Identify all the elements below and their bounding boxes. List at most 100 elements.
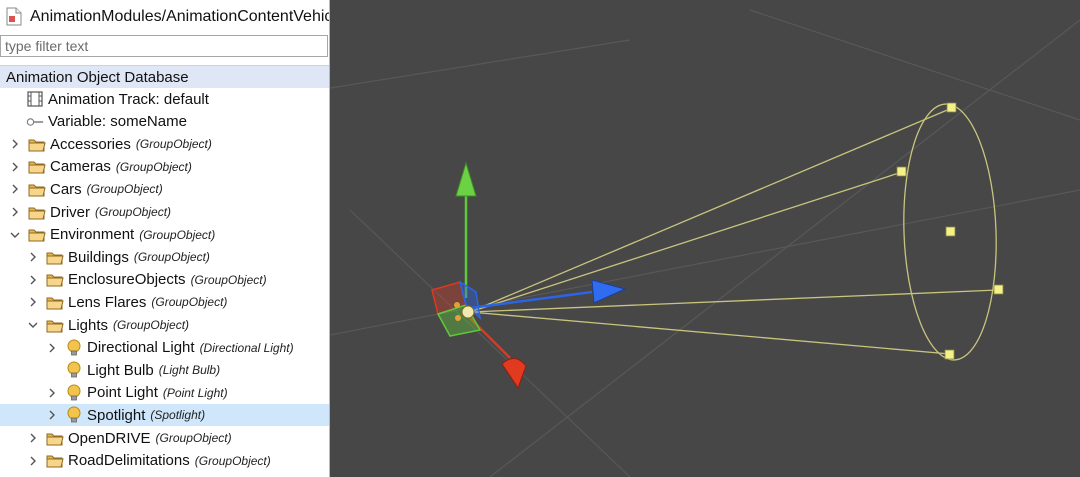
window-title: AnimationModules/AnimationContentVehicle [30,7,329,25]
tree-item-label: Spotlight [87,406,146,424]
cone-handle[interactable] [944,349,955,360]
cone-handle[interactable] [945,226,956,237]
cone-handle[interactable] [946,102,957,113]
tree-item[interactable]: Point Light (Point Light) [0,382,329,404]
tree-item[interactable]: OpenDRIVE (GroupObject) [0,427,329,449]
grid-line [749,9,1080,121]
cone-edge-line [469,311,951,355]
tree-item-label: Variable: someName [48,113,187,131]
folder-icon [46,294,64,310]
chevron-right-icon[interactable] [10,184,20,194]
folder-icon [46,453,64,469]
tree-item-type: (GroupObject) [151,295,228,310]
light-bulb-icon [65,339,83,356]
document-icon [6,7,22,26]
tree-item-label: Lights [68,316,109,334]
chevron-right-icon[interactable] [47,410,57,420]
tree-item[interactable]: RoadDelimitations (GroupObject) [0,450,329,472]
tree-item-type: (GroupObject) [139,227,216,242]
tree-item[interactable]: Spotlight (Spotlight) [0,404,329,427]
cone-handle[interactable] [896,166,907,177]
tree-item[interactable]: Light Bulb (Light Bulb) [0,359,329,381]
cone-edge-line [469,171,903,313]
tree-item[interactable]: Accessories (GroupObject) [0,133,329,155]
tree-header: Animation Object Database [0,65,329,88]
folder-icon [46,317,64,333]
chevron-right-icon[interactable] [28,252,38,262]
variable-key-icon [26,114,44,130]
tree-item[interactable]: Lights (GroupObject) [0,314,329,336]
z-axis-arrow[interactable] [591,279,627,304]
tree-item[interactable]: Directional Light (Directional Light) [0,337,329,359]
tree-item-label: Light Bulb [87,361,154,379]
tree-item-type: (Directional Light) [199,340,294,355]
tree-item-label: Animation Track: default [48,90,209,108]
panel-titlebar: AnimationModules/AnimationContentVehicle [0,0,329,33]
chevron-right-icon[interactable] [28,456,38,466]
tree-item-label: Point Light [87,384,158,402]
chevron-right-icon[interactable] [28,275,38,285]
x-axis-arrow[interactable] [501,358,527,390]
tree-item[interactable]: Lens Flares (GroupObject) [0,291,329,313]
tree-item[interactable]: Driver (GroupObject) [0,201,329,223]
chevron-right-icon[interactable] [10,162,20,172]
chevron-down-icon[interactable] [10,230,20,240]
spotlight-cone [469,103,999,361]
folder-icon [28,136,46,152]
tree-item-type: (Light Bulb) [158,363,221,378]
3d-viewport[interactable] [330,0,1080,477]
folder-icon [46,430,64,446]
tree-item-label: Driver [50,203,90,221]
z-axis-line [469,290,593,310]
tree-item[interactable]: Cameras (GroupObject) [0,156,329,178]
tree-item-type: (GroupObject) [113,318,190,332]
tree-item[interactable]: Buildings (GroupObject) [0,246,329,268]
tree-item-type: (GroupObject) [115,159,192,174]
chevron-down-icon[interactable] [28,320,38,330]
chevron-right-icon[interactable] [47,388,57,398]
grid-line [330,39,631,89]
tree-item-label: EnclosureObjects [68,271,186,289]
folder-icon [28,159,46,175]
chevron-right-icon[interactable] [28,433,38,443]
tree-item-label: Cameras [50,158,111,176]
chevron-right-icon[interactable] [28,297,38,307]
y-axis-arrow[interactable] [455,161,477,197]
tree-item-type: (GroupObject) [86,182,163,197]
tree-item-type: (GroupObject) [135,137,212,152]
tree-item-label: Directional Light [87,339,195,357]
viewport-scene [330,9,1080,477]
tree-item-type: (GroupObject) [194,453,271,468]
chevron-right-icon[interactable] [47,343,57,353]
light-source-icon [461,305,475,319]
cone-edge-line [469,107,953,313]
tree-item[interactable]: EnclosureObjects (GroupObject) [0,269,329,291]
tree-item-label: Accessories [50,135,131,153]
chevron-right-icon[interactable] [10,139,20,149]
grid-line [489,19,1080,477]
filter-input[interactable] [0,35,328,57]
tree-item-type: (GroupObject) [190,272,267,287]
cone-handle[interactable] [993,284,1004,295]
tree-item-type: (GroupObject) [155,431,232,445]
tree-item[interactable]: Environment (GroupObject) [0,224,329,246]
tree-item[interactable]: Cars (GroupObject) [0,178,329,200]
folder-icon [46,249,64,265]
tree-item-label: Lens Flares [68,293,147,311]
tree-item[interactable]: Animation Track: default [0,88,329,110]
tree-item-type: (Spotlight) [150,408,206,423]
light-bulb-icon [65,406,83,423]
grid-line [349,209,631,477]
light-bulb-icon [65,361,83,378]
folder-icon [28,181,46,197]
film-track-icon [26,91,44,107]
folder-icon [28,204,46,220]
transform-gizmo [431,161,627,390]
tree-item-type: (Point Light) [162,385,228,400]
light-glow [455,315,461,321]
chevron-right-icon[interactable] [10,207,20,217]
tree-item[interactable]: Variable: someName [0,111,329,133]
